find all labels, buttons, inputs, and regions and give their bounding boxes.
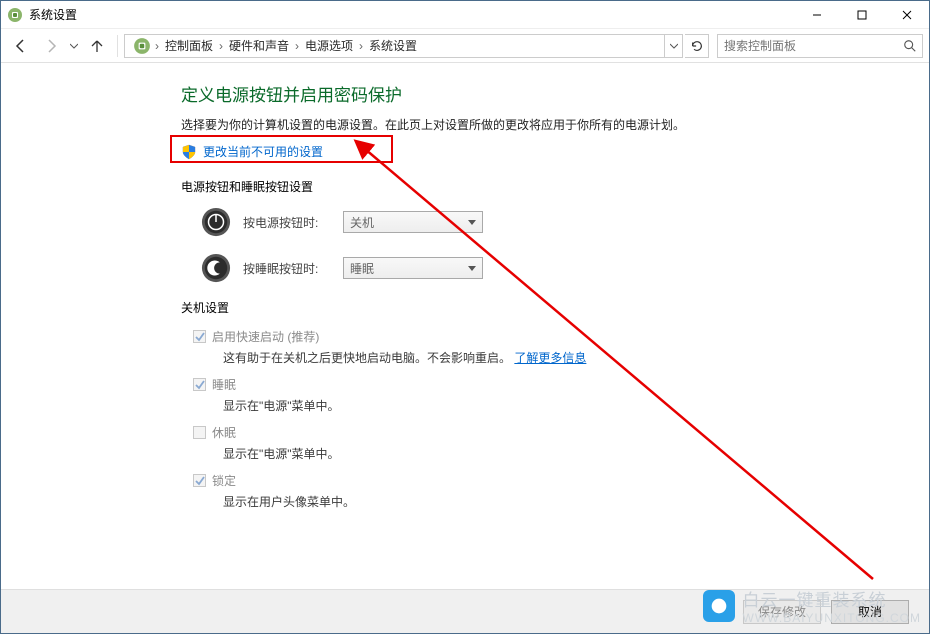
- power-button-icon: [201, 207, 231, 237]
- learn-more-link[interactable]: 了解更多信息: [514, 351, 586, 365]
- save-button[interactable]: 保存修改: [743, 600, 821, 624]
- chevron-right-icon[interactable]: ›: [357, 39, 365, 53]
- refresh-button[interactable]: [685, 34, 709, 58]
- hibernate-desc: 显示在"电源"菜单中。: [223, 445, 929, 462]
- recent-dropdown-icon[interactable]: [67, 32, 81, 60]
- cancel-button[interactable]: 取消: [831, 600, 909, 624]
- power-button-value: 关机: [350, 214, 374, 231]
- minimize-button[interactable]: [794, 1, 839, 29]
- section-shutdown-title: 关机设置: [181, 299, 929, 316]
- close-button[interactable]: [884, 1, 929, 29]
- change-unavailable-settings-link[interactable]: 更改当前不可用的设置: [203, 143, 323, 160]
- lock-desc: 显示在用户头像菜单中。: [223, 493, 929, 510]
- fastboot-desc: 这有助于在关机之后更快地启动电脑。不会影响重启。 了解更多信息: [223, 349, 929, 366]
- sleep-button-select[interactable]: 睡眠: [343, 257, 483, 279]
- breadcrumb[interactable]: › 控制面板 › 硬件和声音 › 电源选项 › 系统设置: [124, 34, 683, 58]
- sleep-button-value: 睡眠: [350, 260, 374, 277]
- app-icon: [7, 7, 23, 23]
- sleep-checkbox-label: 睡眠: [212, 376, 236, 393]
- titlebar: 系统设置: [1, 1, 929, 29]
- back-button[interactable]: [7, 32, 35, 60]
- navbar: › 控制面板 › 硬件和声音 › 电源选项 › 系统设置: [1, 29, 929, 63]
- window-title: 系统设置: [29, 6, 794, 23]
- fastboot-label: 启用快速启动 (推荐): [212, 328, 319, 345]
- control-panel-icon: [133, 37, 151, 55]
- maximize-button[interactable]: [839, 1, 884, 29]
- section-buttons-title: 电源按钮和睡眠按钮设置: [181, 178, 929, 195]
- lock-checkbox: [193, 474, 206, 487]
- page-description: 选择要为你的计算机设置的电源设置。在此页上对设置所做的更改将应用于你所有的电源计…: [181, 116, 929, 133]
- forward-button[interactable]: [37, 32, 65, 60]
- power-button-label: 按电源按钮时:: [243, 214, 343, 231]
- chevron-right-icon[interactable]: ›: [153, 39, 161, 53]
- lock-checkbox-label: 锁定: [212, 472, 236, 489]
- content-area: 定义电源按钮并启用密码保护 选择要为你的计算机设置的电源设置。在此页上对设置所做…: [1, 63, 929, 589]
- hibernate-checkbox: [193, 426, 206, 439]
- sleep-desc: 显示在"电源"菜单中。: [223, 397, 929, 414]
- sleep-button-label: 按睡眠按钮时:: [243, 260, 343, 277]
- up-button[interactable]: [83, 32, 111, 60]
- search-input[interactable]: [718, 39, 898, 53]
- sleep-checkbox: [193, 378, 206, 391]
- fastboot-checkbox: [193, 330, 206, 343]
- chevron-right-icon[interactable]: ›: [293, 39, 301, 53]
- uac-shield-icon: [181, 144, 197, 160]
- breadcrumb-seg[interactable]: 电源选项: [301, 37, 357, 54]
- hibernate-checkbox-label: 休眠: [212, 424, 236, 441]
- chevron-right-icon[interactable]: ›: [217, 39, 225, 53]
- page-title: 定义电源按钮并启用密码保护: [181, 81, 929, 106]
- sleep-button-icon: [201, 253, 231, 283]
- footer: 保存修改 取消: [1, 589, 929, 633]
- address-history-dropdown[interactable]: [664, 35, 682, 57]
- power-button-select[interactable]: 关机: [343, 211, 483, 233]
- search-icon[interactable]: [898, 39, 922, 53]
- nav-separator: [117, 35, 118, 57]
- breadcrumb-seg[interactable]: 系统设置: [365, 37, 421, 54]
- search-box[interactable]: [717, 34, 923, 58]
- breadcrumb-seg[interactable]: 控制面板: [161, 37, 217, 54]
- breadcrumb-seg[interactable]: 硬件和声音: [225, 37, 293, 54]
